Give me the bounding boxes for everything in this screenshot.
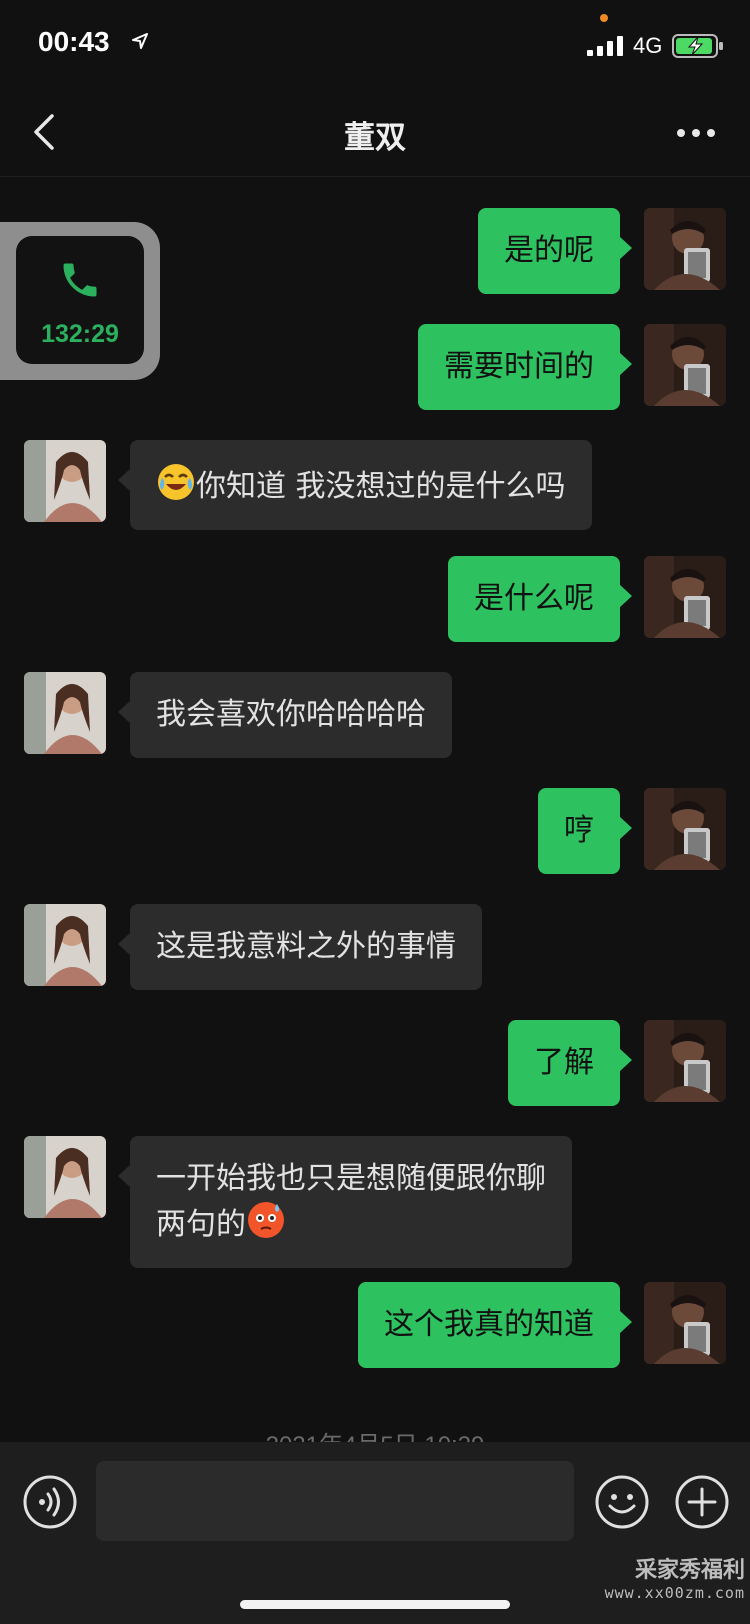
my-avatar[interactable] <box>644 788 726 870</box>
call-widget-inner: 132:29 <box>16 236 144 364</box>
message-bubble-received[interactable]: 这是我意料之外的事情 <box>118 904 482 990</box>
message-bubble-sent[interactable]: 哼 <box>538 788 632 874</box>
location-arrow-icon <box>132 33 148 49</box>
contact-avatar[interactable] <box>24 1136 106 1218</box>
privacy-indicator-dot <box>600 14 608 22</box>
message-bubble-sent[interactable]: 需要时间的 <box>418 324 632 410</box>
call-duration: 132:29 <box>41 320 119 348</box>
chat-title: 董双 <box>344 120 406 156</box>
network-type: 4G <box>633 33 663 58</box>
message-text: 一开始我也只是想随便跟你聊 两句的 <box>156 1161 546 1242</box>
watermark-url: www.xx00zm.com <box>604 1584 745 1602</box>
message-bubble-sent[interactable]: 是的呢 <box>478 208 632 294</box>
message-bubble-sent[interactable]: 是什么呢 <box>448 556 632 642</box>
signal-bars-icon <box>587 36 623 56</box>
laughing-crying-emoji-icon <box>158 464 194 500</box>
plus-circle-icon[interactable] <box>674 1474 730 1530</box>
my-avatar[interactable] <box>644 1282 726 1364</box>
my-avatar[interactable] <box>644 208 726 290</box>
watermark-title: 采家秀福利 <box>634 1557 745 1583</box>
status-bar: 00:43 4G <box>0 0 750 90</box>
input-bar: 采家秀福利 www.xx00zm.com <box>0 1442 750 1624</box>
message-bubble-sent[interactable]: 了解 <box>508 1020 632 1106</box>
message-bubble-received[interactable]: 我会喜欢你哈哈哈哈 <box>118 672 452 758</box>
phone-icon <box>63 263 97 297</box>
my-avatar[interactable] <box>644 1020 726 1102</box>
contact-avatar[interactable] <box>24 672 106 754</box>
message-input[interactable] <box>96 1461 574 1541</box>
message-bubble-received[interactable]: 一开始我也只是想随便跟你聊 两句的 <box>118 1136 572 1268</box>
contact-avatar[interactable] <box>24 440 106 522</box>
contact-avatar[interactable] <box>24 904 106 986</box>
message-text: 你知道 我没想过的是什么吗 <box>196 469 566 504</box>
message-bubble-received[interactable]: 你知道 我没想过的是什么吗 <box>118 440 592 530</box>
call-floating-widget[interactable]: 132:29 <box>0 222 160 380</box>
my-avatar[interactable] <box>644 556 726 638</box>
watermark: 采家秀福利 www.xx00zm.com <box>560 1552 745 1602</box>
battery-charging-icon <box>672 34 723 58</box>
embarrassed-sweat-emoji-icon <box>248 1202 284 1238</box>
more-dots-icon[interactable] <box>676 128 716 138</box>
home-indicator[interactable] <box>240 1600 510 1609</box>
smiley-icon[interactable] <box>594 1474 650 1530</box>
status-time: 00:43 <box>38 26 110 57</box>
voice-icon[interactable] <box>22 1474 78 1530</box>
chat-header: 董双 <box>0 90 750 177</box>
message-bubble-sent[interactable]: 这个我真的知道 <box>358 1282 632 1368</box>
my-avatar[interactable] <box>644 324 726 406</box>
